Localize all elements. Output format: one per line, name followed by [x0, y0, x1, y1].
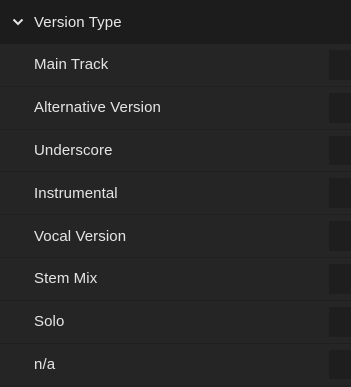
- list-item-label: Stem Mix: [34, 270, 98, 288]
- version-type-panel: Version Type Main Track Alternative Vers…: [0, 0, 351, 387]
- list-item-na[interactable]: n/a: [0, 344, 351, 387]
- section-title: Version Type: [34, 13, 122, 31]
- value-cell[interactable]: [329, 178, 351, 209]
- list-item-alternative-version[interactable]: Alternative Version: [0, 87, 351, 130]
- list-item-main-track[interactable]: Main Track: [0, 44, 351, 87]
- value-cell[interactable]: [329, 349, 351, 380]
- list-item-label: Alternative Version: [34, 99, 161, 117]
- value-cell[interactable]: [329, 92, 351, 123]
- value-cell[interactable]: [329, 135, 351, 166]
- list-item-label: Solo: [34, 313, 65, 331]
- list-item-label: Instrumental: [34, 184, 118, 202]
- list-item-label: Main Track: [34, 56, 109, 74]
- version-type-list: Main Track Alternative Version Underscor…: [0, 44, 351, 387]
- value-cell[interactable]: [329, 221, 351, 251]
- list-item-instrumental[interactable]: Instrumental: [0, 172, 351, 216]
- value-cell[interactable]: [329, 50, 351, 80]
- value-cell[interactable]: [329, 306, 351, 337]
- list-item-solo[interactable]: Solo: [0, 301, 351, 344]
- list-item-stem-mix[interactable]: Stem Mix: [0, 258, 351, 301]
- value-cell[interactable]: [329, 263, 351, 294]
- version-type-section-header[interactable]: Version Type: [0, 0, 351, 44]
- list-item-label: Underscore: [34, 141, 113, 159]
- list-item-label: Vocal Version: [34, 227, 127, 245]
- list-item-label: n/a: [34, 355, 56, 373]
- list-item-vocal-version[interactable]: Vocal Version: [0, 215, 351, 258]
- chevron-down-icon[interactable]: [10, 14, 26, 30]
- list-item-underscore[interactable]: Underscore: [0, 130, 351, 173]
